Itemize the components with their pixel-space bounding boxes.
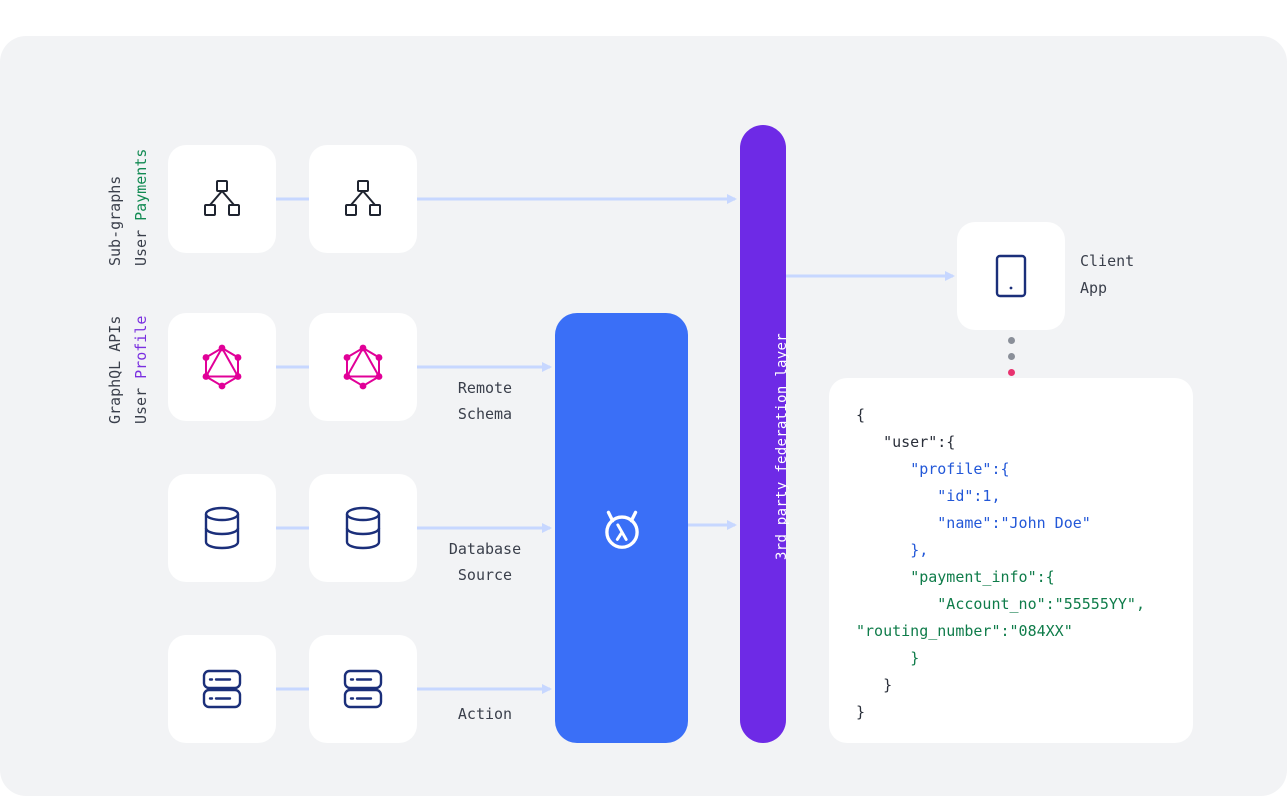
graphql-group-label: GraphQL APIs User Profile (102, 316, 154, 424)
server-icon (343, 669, 383, 709)
database-source-label: Database Source (425, 536, 545, 588)
remote-schema-line2: Schema (457, 405, 513, 423)
client-label-line1: Client (1080, 252, 1135, 270)
subgraphs-title: Sub-graphs (106, 175, 124, 266)
hasura-engine-block (555, 313, 688, 743)
code-line: }, (910, 541, 929, 559)
graphql-prefix: User (132, 387, 150, 424)
graphql-card-2 (309, 313, 417, 421)
hierarchy-icon (345, 180, 381, 216)
code-line: } (910, 649, 920, 667)
database-source-line2: Source (457, 566, 513, 584)
client-app-card (957, 222, 1065, 330)
client-app-label: Client App (1080, 248, 1160, 302)
hasura-lambda-icon (604, 510, 639, 549)
code-line: "id":1, (937, 487, 1001, 505)
remote-schema-label: Remote Schema (425, 375, 545, 427)
dot-2 (1008, 353, 1015, 360)
database-card-2 (309, 474, 417, 582)
action-line1: Action (457, 705, 513, 723)
code-line: "name":"John Doe" (937, 514, 1091, 532)
action-label: Action (425, 701, 545, 727)
action-card-1 (168, 635, 276, 743)
database-icon (204, 506, 240, 550)
database-icon (345, 506, 381, 550)
federation-layer-label: 3rd party federation layer (774, 333, 790, 560)
code-line: "profile":{ (910, 460, 1010, 478)
subgraphs-highlight: Payments (132, 148, 150, 221)
graphql-highlight: Profile (132, 315, 150, 379)
graphql-icon (202, 344, 242, 390)
subgraph-card-2 (309, 145, 417, 253)
database-source-line1: Database (448, 540, 522, 558)
code-line: "routing_number":"084XX" (856, 622, 1073, 640)
remote-schema-line1: Remote (457, 379, 513, 397)
code-line: } (883, 676, 893, 694)
code-line: "user":{ (883, 433, 956, 451)
subgraph-card-1 (168, 145, 276, 253)
code-line: "Account_no":"55555YY", (937, 595, 1145, 613)
dot-1 (1008, 337, 1015, 344)
subgraphs-group-label: Sub-graphs User Payments (102, 149, 154, 266)
graphql-title: GraphQL APIs (106, 315, 124, 424)
dot-3 (1008, 369, 1015, 376)
database-card-1 (168, 474, 276, 582)
response-json: { "user":{ "profile":{ "id":1, "name":"J… (856, 402, 1145, 726)
client-label-line2: App (1080, 279, 1108, 297)
code-line: { (856, 406, 866, 424)
action-card-2 (309, 635, 417, 743)
code-line: "payment_info":{ (910, 568, 1055, 586)
tablet-icon (995, 254, 1027, 298)
code-line: } (856, 703, 866, 721)
graphql-card-1 (168, 313, 276, 421)
server-icon (202, 669, 242, 709)
subgraphs-prefix: User (132, 229, 150, 266)
graphql-icon (343, 344, 383, 390)
hierarchy-icon (204, 180, 240, 216)
